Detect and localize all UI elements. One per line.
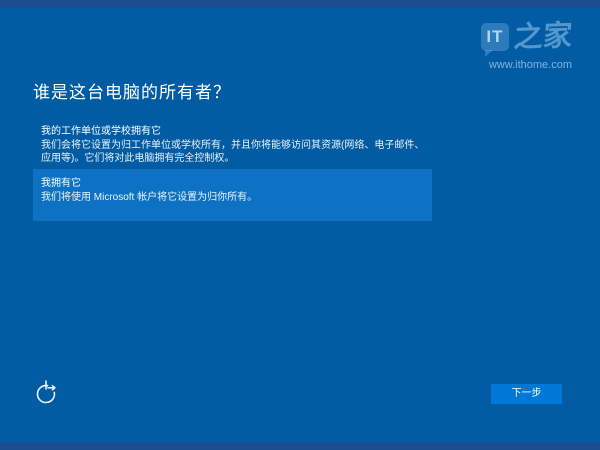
ithome-logo: IT 之家: [480, 19, 574, 57]
next-button[interactable]: 下一步: [491, 384, 562, 404]
ithome-url: www.ithome.com: [488, 59, 572, 71]
ithome-logo-cn-text: 之家: [512, 19, 574, 55]
option-work-or-school-owns-it[interactable]: 我的工作单位或学校拥有它 我们会将它设置为归工作单位或学校所有，并且你将能够访问…: [33, 117, 432, 167]
page-title: 谁是这台电脑的所有者？: [33, 83, 231, 102]
option-i-own-it[interactable]: 我拥有它 我们将使用 Microsoft 帐户将它设置为归你所有。: [33, 169, 432, 221]
top-edge-bar: [0, 0, 600, 8]
bottom-edge-bar: [0, 442, 600, 450]
option-description: 我们将使用 Microsoft 帐户将它设置为归你所有。: [41, 192, 258, 203]
windows-setup-screen: IT 之家 www.ithome.com 谁是这台电脑的所有者？ 我的工作单位或…: [0, 0, 600, 450]
option-description: 我们会将它设置为归工作单位或学校所有，并且你将能够访问其资源(网络、电子邮件、应…: [41, 140, 425, 164]
owner-options-list: 我的工作单位或学校拥有它 我们会将它设置为归工作单位或学校所有，并且你将能够访问…: [33, 117, 432, 223]
option-title: 我拥有它: [41, 178, 81, 189]
ease-of-access-icon: [36, 380, 57, 403]
ease-of-access-button[interactable]: [33, 378, 61, 408]
option-title: 我的工作单位或学校拥有它: [41, 126, 161, 137]
ithome-watermark: IT 之家 www.ithome.com: [480, 19, 574, 71]
ithome-logo-it-text: IT: [486, 27, 504, 46]
ithome-logo-icon: IT: [480, 23, 509, 57]
